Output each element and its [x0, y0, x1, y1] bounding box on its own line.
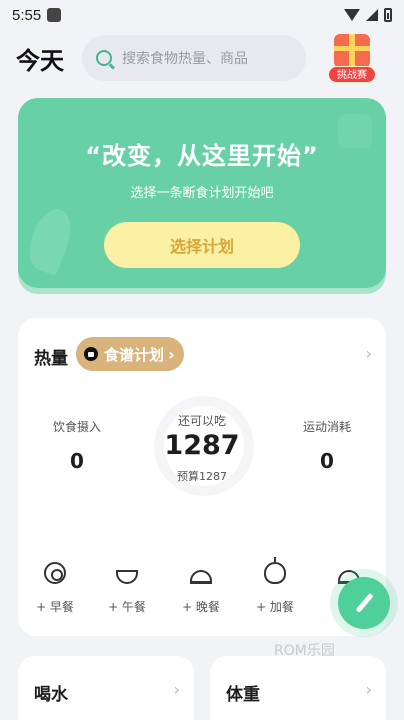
recipe-plan-label: 食谱计划	[104, 345, 165, 364]
status-time: 5:55	[12, 6, 42, 24]
plan-slogan: “改变，从这里开始”	[85, 142, 319, 170]
plate-icon	[44, 562, 66, 584]
burn-label: 运动消耗	[302, 420, 351, 434]
meal-breakfast-button[interactable]: + 早餐	[20, 562, 90, 615]
dome-icon	[190, 570, 212, 584]
app-notification-icon	[47, 8, 62, 22]
chevron-right-icon[interactable]: ›	[366, 344, 372, 363]
leaf-decoration-icon	[22, 203, 78, 277]
wifi-icon	[344, 9, 360, 21]
challenge-button[interactable]: 挑战赛	[328, 34, 376, 86]
water-card[interactable]: 喝水 ›	[18, 656, 194, 720]
meal-label: + 加餐	[256, 600, 294, 614]
meal-lunch-button[interactable]: + 午餐	[92, 562, 162, 615]
weight-card[interactable]: 体重 ›	[210, 656, 386, 720]
battery-icon	[384, 8, 392, 22]
apple-icon	[264, 557, 286, 584]
bowl-icon	[116, 570, 138, 584]
calorie-title: 热量	[34, 349, 68, 369]
meal-label: + 午餐	[108, 600, 146, 614]
calorie-card[interactable]: 热量 食谱计划 › › 饮食摄入 0 还可以吃 1287 预算1287 运动消耗…	[18, 318, 386, 636]
weight-title: 体重	[226, 685, 260, 705]
record-fab-button[interactable]	[338, 577, 390, 629]
status-bar: 5:55	[0, 0, 404, 30]
chevron-right-icon: ›	[173, 680, 180, 699]
burn-value: 0	[320, 449, 334, 473]
status-icons	[344, 8, 392, 22]
header: 今天 搜索食物热量、商品 挑战赛	[0, 30, 404, 86]
page-title: 今天	[16, 46, 64, 75]
chevron-right-icon: ›	[365, 680, 372, 699]
pen-icon	[355, 592, 373, 614]
meal-dinner-button[interactable]: + 晚餐	[166, 562, 236, 615]
select-plan-button[interactable]: 选择计划	[104, 222, 300, 268]
lock-icon	[84, 347, 98, 361]
challenge-label: 挑战赛	[328, 66, 376, 83]
signal-icon	[366, 9, 378, 21]
recipe-plan-button[interactable]: 食谱计划 ›	[76, 337, 184, 371]
meal-label: + 晚餐	[182, 600, 220, 614]
burn-stat: 运动消耗 0	[282, 418, 372, 473]
search-input[interactable]: 搜索食物热量、商品	[82, 35, 306, 81]
chevron-right-icon: ›	[168, 344, 175, 364]
meal-label: + 早餐	[36, 600, 74, 614]
meal-snack-button[interactable]: + 加餐	[240, 557, 310, 615]
gift-icon	[334, 34, 370, 68]
plan-subtitle: 选择一条断食计划开始吧	[130, 186, 274, 201]
water-title: 喝水	[34, 685, 68, 705]
search-icon	[96, 50, 112, 66]
search-placeholder: 搜索食物热量、商品	[122, 51, 248, 67]
fasting-plan-card: “改变，从这里开始” 选择一条断食计划开始吧 选择计划	[18, 98, 386, 288]
